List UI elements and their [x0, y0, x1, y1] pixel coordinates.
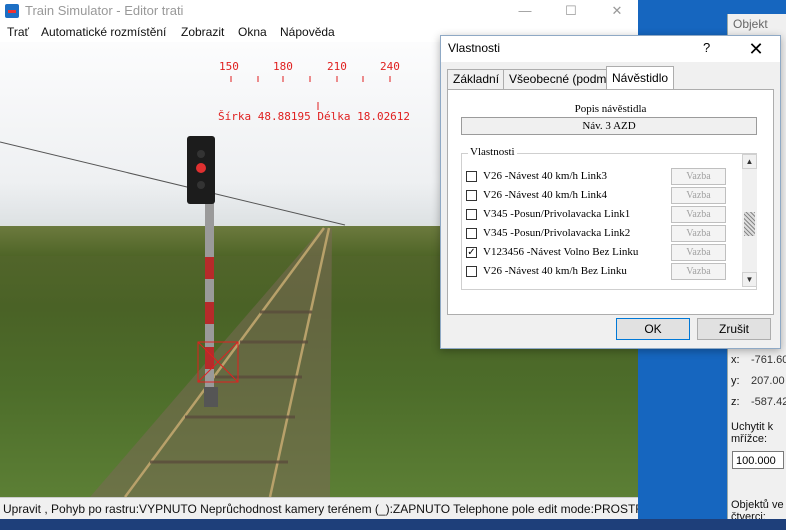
property-label: V26 -Návest 40 km/h Bez Linku: [483, 265, 627, 277]
object-panel-title: Objekt: [733, 17, 768, 31]
snap-label: Uchytit k mřížce:: [731, 421, 774, 445]
coordinates-readout: Šírka 48.88195 Délka 18.02612: [218, 110, 411, 123]
link-button[interactable]: Vazba: [671, 244, 726, 261]
status-text: Upravit , Pohyb po rastru:VYPNUTO Neprůc…: [3, 502, 638, 516]
properties-dialog: Vlastnosti ? ✕ Základní Všeobecné (podm.…: [440, 35, 781, 349]
dialog-title: Vlastnosti: [448, 41, 501, 55]
properties-group-label: Vlastnosti: [468, 146, 517, 158]
minimize-button[interactable]: —: [502, 0, 548, 22]
property-row: V26 -Návest 40 km/h Link3 Vazba: [466, 168, 730, 186]
y-label: y:: [731, 375, 740, 387]
property-label: V345 -Posun/Privolavacka Link2: [483, 227, 631, 239]
overhead-wire: [0, 141, 346, 226]
property-label: V26 -Návest 40 km/h Link3: [483, 170, 608, 182]
property-checkbox[interactable]: [466, 171, 477, 182]
property-checkbox[interactable]: [466, 209, 477, 220]
status-bar: Upravit , Pohyb po rastru:VYPNUTO Neprůc…: [0, 497, 638, 520]
link-button[interactable]: Vazba: [671, 263, 726, 280]
menu-view[interactable]: Zobrazit: [181, 25, 224, 39]
x-label: x:: [731, 354, 740, 366]
property-checkbox[interactable]: [466, 266, 477, 277]
z-label: z:: [731, 396, 740, 408]
scroll-up-icon[interactable]: ▲: [742, 154, 757, 169]
taskbar: [0, 519, 786, 530]
compass-tick-label: 150: [219, 60, 239, 73]
menu-auto-placement[interactable]: Automatické rozmístění: [41, 25, 166, 39]
signal-description-label: Popis návěstidla: [574, 103, 647, 115]
snap-input[interactable]: 100.000: [732, 451, 784, 469]
property-checkbox[interactable]: [466, 228, 477, 239]
property-row: ✓ V123456 -Návest Volno Bez Linku Vazba: [466, 244, 730, 262]
menu-windows[interactable]: Okna: [238, 25, 267, 39]
tab-basic[interactable]: Základní: [447, 69, 506, 89]
tab-general[interactable]: Všeobecné (podm.): [503, 69, 620, 89]
property-label: V123456 -Návest Volno Bez Linku: [483, 246, 639, 258]
compass-tick-label: 180: [273, 60, 293, 73]
properties-scrollbar[interactable]: ▲ ▼: [742, 154, 757, 287]
property-row: V26 -Návest 40 km/h Link4 Vazba: [466, 187, 730, 205]
help-button[interactable]: ?: [703, 40, 710, 55]
signal-red-lamp: [196, 163, 206, 173]
link-button[interactable]: Vazba: [671, 187, 726, 204]
signal-description-value: Náv. 3 AZD: [461, 117, 757, 135]
property-row: V345 -Posun/Privolavacka Link2 Vazba: [466, 225, 730, 243]
maximize-button[interactable]: ☐: [548, 0, 594, 22]
x-value[interactable]: -761.60: [751, 354, 786, 366]
scroll-down-icon[interactable]: ▼: [742, 272, 757, 287]
compass-tick-label: 240: [380, 60, 400, 73]
dialog-title-bar[interactable]: Vlastnosti ? ✕: [441, 36, 780, 62]
property-label: V26 -Návest 40 km/h Link4: [483, 189, 608, 201]
title-bar[interactable]: Train Simulator - Editor trati — ☐ ✕: [0, 0, 638, 22]
cancel-button[interactable]: Zrušit: [697, 318, 771, 340]
y-value[interactable]: 207.00: [751, 375, 785, 387]
property-row: V26 -Návest 40 km/h Bez Linku Vazba: [466, 263, 730, 281]
link-button[interactable]: Vazba: [671, 168, 726, 185]
link-button[interactable]: Vazba: [671, 206, 726, 223]
window-title: Train Simulator - Editor trati: [25, 3, 184, 18]
property-row: V345 -Posun/Privolavacka Link1 Vazba: [466, 206, 730, 224]
z-value[interactable]: -587.42: [751, 396, 786, 408]
compass-scale: [230, 76, 391, 110]
menu-help[interactable]: Nápověda: [280, 25, 335, 39]
compass-tick-label: 210: [327, 60, 347, 73]
scroll-thumb[interactable]: [744, 212, 755, 236]
link-button[interactable]: Vazba: [671, 225, 726, 242]
tab-signal[interactable]: Návěstidlo: [606, 66, 675, 90]
property-checkbox-checked[interactable]: ✓: [466, 247, 477, 258]
tab-page: Popis návěstidla Náv. 3 AZD Vlastnosti V…: [447, 89, 774, 315]
dialog-close-button[interactable]: ✕: [741, 38, 771, 60]
property-checkbox[interactable]: [466, 190, 477, 201]
app-icon: [5, 4, 19, 18]
ok-button[interactable]: OK: [616, 318, 690, 340]
close-window-button[interactable]: ✕: [594, 0, 640, 22]
property-label: V345 -Posun/Privolavacka Link1: [483, 208, 631, 220]
menu-trat[interactable]: Trať: [7, 25, 29, 39]
signal-base: [204, 387, 218, 407]
